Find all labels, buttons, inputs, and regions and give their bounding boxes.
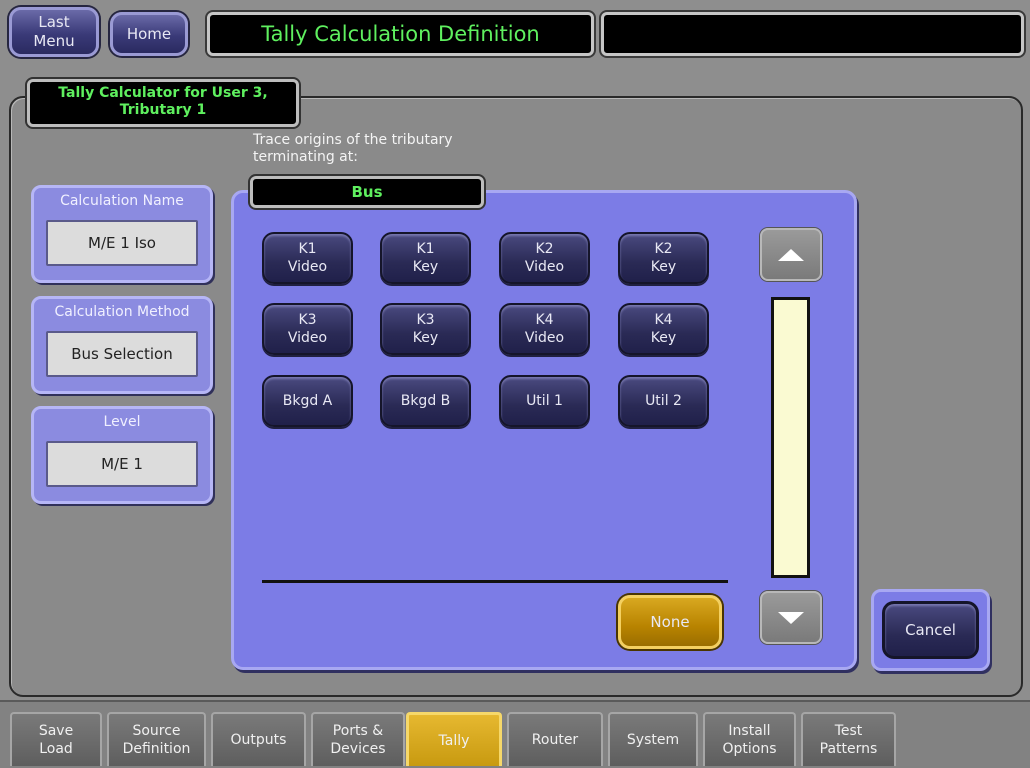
bus-button-k2-video[interactable]: K2 Video bbox=[499, 232, 590, 284]
tab-source-definition[interactable]: Source Definition bbox=[107, 712, 206, 766]
trace-origins-label: Trace origins of the tributary terminati… bbox=[253, 132, 453, 165]
calculation-method-title: Calculation Method bbox=[54, 304, 190, 320]
down-arrow-icon bbox=[778, 611, 804, 624]
bus-button-k4-video[interactable]: K4 Video bbox=[499, 303, 590, 355]
calculation-method-value[interactable]: Bus Selection bbox=[46, 331, 198, 377]
up-arrow-icon bbox=[778, 248, 804, 261]
level-title: Level bbox=[103, 414, 141, 430]
tab-router[interactable]: Router bbox=[507, 712, 603, 766]
last-menu-button[interactable]: Last Menu bbox=[9, 7, 99, 57]
level-panel: Level M/E 1 bbox=[31, 406, 213, 504]
tab-tally[interactable]: Tally bbox=[406, 712, 502, 766]
scroll-down-button[interactable] bbox=[760, 591, 822, 644]
bus-label: Bus bbox=[250, 176, 484, 208]
bus-button-k4-key[interactable]: K4 Key bbox=[618, 303, 709, 355]
home-button[interactable]: Home bbox=[110, 12, 188, 56]
calculation-name-panel: Calculation Name M/E 1 Iso bbox=[31, 185, 213, 283]
bus-button-k1-video[interactable]: K1 Video bbox=[262, 232, 353, 284]
tab-save-load[interactable]: Save Load bbox=[10, 712, 102, 766]
bus-button-util-1[interactable]: Util 1 bbox=[499, 375, 590, 427]
bus-button-bkgd-a[interactable]: Bkgd A bbox=[262, 375, 353, 427]
bus-button-k3-key[interactable]: K3 Key bbox=[380, 303, 471, 355]
tab-test-patterns[interactable]: Test Patterns bbox=[801, 712, 896, 766]
list-divider bbox=[262, 580, 728, 583]
calculation-name-title: Calculation Name bbox=[60, 193, 184, 209]
bus-button-bkgd-b[interactable]: Bkgd B bbox=[380, 375, 471, 427]
none-button[interactable]: None bbox=[618, 595, 722, 649]
bus-button-k3-video[interactable]: K3 Video bbox=[262, 303, 353, 355]
calculation-method-panel: Calculation Method Bus Selection bbox=[31, 296, 213, 394]
tab-system[interactable]: System bbox=[608, 712, 698, 766]
scroll-track[interactable] bbox=[771, 297, 810, 578]
calculator-tab-label: Tally Calculator for User 3, Tributary 1 bbox=[27, 79, 299, 127]
tab-ports-devices[interactable]: Ports & Devices bbox=[311, 712, 405, 766]
scroll-up-button[interactable] bbox=[760, 228, 822, 281]
tab-install-options[interactable]: Install Options bbox=[703, 712, 796, 766]
level-value[interactable]: M/E 1 bbox=[46, 441, 198, 487]
tab-outputs[interactable]: Outputs bbox=[211, 712, 306, 766]
status-display bbox=[601, 12, 1024, 56]
calculation-name-value[interactable]: M/E 1 Iso bbox=[46, 220, 198, 266]
bus-button-k1-key[interactable]: K1 Key bbox=[380, 232, 471, 284]
page-title: Tally Calculation Definition bbox=[207, 12, 594, 56]
bus-button-util-2[interactable]: Util 2 bbox=[618, 375, 709, 427]
bus-button-k2-key[interactable]: K2 Key bbox=[618, 232, 709, 284]
cancel-button[interactable]: Cancel bbox=[882, 601, 979, 659]
